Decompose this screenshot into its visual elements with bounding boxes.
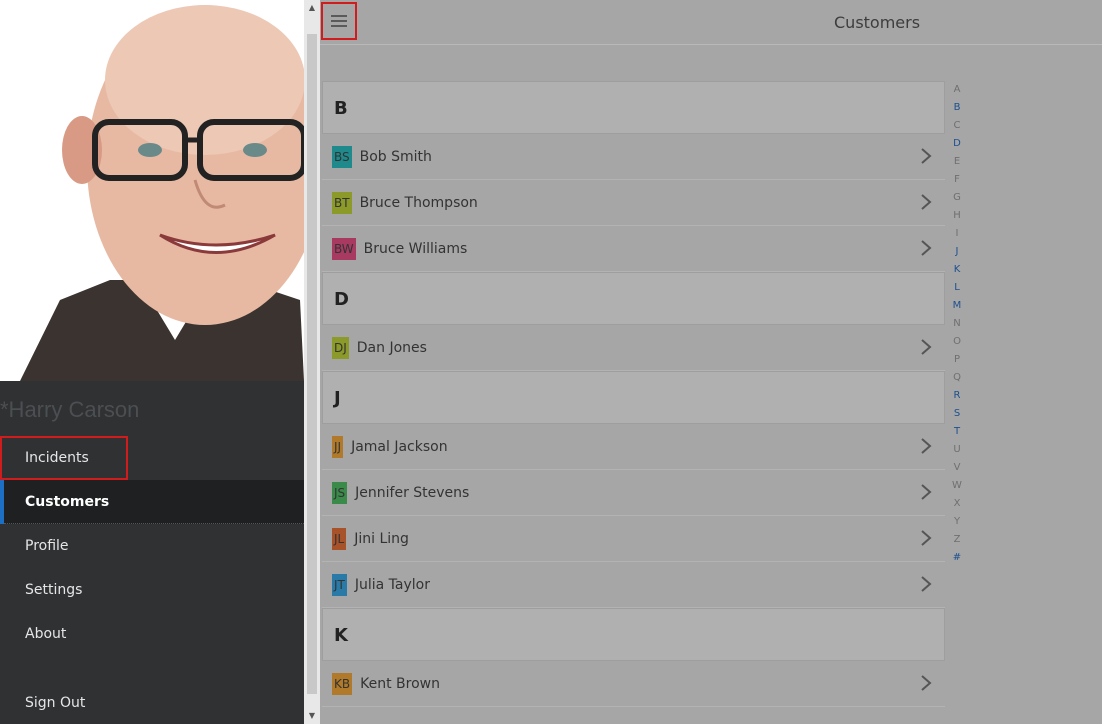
index-letter[interactable]: Z (950, 531, 964, 549)
nav-drawer: *Harry Carson Incidents Customers Profil… (0, 0, 304, 724)
list-item[interactable]: JS Jennifer Stevens (322, 470, 945, 516)
list-item[interactable]: JL Jini Ling (322, 516, 945, 562)
hamburger-icon-bar (331, 20, 347, 22)
hamburger-icon-bar (331, 25, 347, 27)
customer-name: Bob Smith (359, 148, 432, 165)
hamburger-menu-button[interactable] (321, 2, 357, 40)
index-letter[interactable]: Q (950, 369, 964, 387)
list-item[interactable]: JT Julia Taylor (322, 562, 945, 608)
list-item[interactable]: BT Bruce Thompson (322, 180, 945, 226)
nav-item-incidents[interactable]: Incidents (0, 436, 128, 480)
index-letter[interactable]: G (950, 189, 964, 207)
index-letter[interactable]: R (950, 387, 964, 405)
index-letter[interactable]: K (950, 261, 964, 279)
list-item[interactable]: DJ Dan Jones (322, 325, 945, 371)
nav-item-settings[interactable]: Settings (0, 568, 304, 612)
index-letter[interactable]: I (950, 225, 964, 243)
nav-item-profile[interactable]: Profile (0, 524, 304, 568)
alphabet-index: A B C D E F G H I J K L M N O P Q R S T U V W X Y Z # (950, 81, 964, 567)
group-header-j: J (322, 371, 945, 424)
group-header-d: D (322, 272, 945, 325)
customer-name: Julia Taylor (354, 576, 430, 593)
customer-name: Bruce Thompson (359, 194, 478, 211)
index-letter[interactable]: M (950, 297, 964, 315)
nav-menu: Incidents Customers Profile Settings Abo… (0, 436, 304, 656)
list-item[interactable]: BS Bob Smith (322, 134, 945, 180)
customer-name: Bruce Williams (363, 240, 468, 257)
list-item[interactable]: KB Kent Brown (322, 661, 945, 707)
index-letter[interactable]: X (950, 495, 964, 513)
index-letter[interactable]: J (950, 243, 964, 261)
customer-name: Kent Brown (360, 675, 440, 692)
chevron-right-icon (921, 484, 932, 500)
index-letter[interactable]: W (950, 477, 964, 495)
index-letter[interactable]: H (950, 207, 964, 225)
initials-badge: JS (332, 481, 348, 504)
user-name: *Harry Carson (0, 397, 140, 422)
customer-name: Jini Ling (354, 530, 409, 547)
group-header-k: K (322, 608, 945, 661)
chevron-right-icon (921, 438, 932, 454)
initials-badge: BW (332, 237, 356, 260)
index-letter[interactable]: O (950, 333, 964, 351)
chevron-right-icon (921, 194, 932, 210)
nav-item-about[interactable]: About (0, 612, 304, 656)
index-letter[interactable]: N (950, 315, 964, 333)
index-letter[interactable]: E (950, 153, 964, 171)
index-letter[interactable]: U (950, 441, 964, 459)
list-item[interactable]: JJ Jamal Jackson (322, 424, 945, 470)
chevron-right-icon (921, 530, 932, 546)
customer-name: Jennifer Stevens (355, 484, 470, 501)
index-letter[interactable]: F (950, 171, 964, 189)
scroll-down-arrow-icon[interactable]: ▼ (304, 708, 320, 724)
index-letter[interactable]: L (950, 279, 964, 297)
chevron-right-icon (921, 576, 932, 592)
chevron-right-icon (921, 675, 932, 691)
index-letter[interactable]: A (950, 81, 964, 99)
hamburger-icon (331, 15, 347, 17)
index-letter[interactable]: S (950, 405, 964, 423)
index-letter[interactable]: P (950, 351, 964, 369)
chevron-right-icon (921, 148, 932, 164)
initials-badge: JJ (332, 435, 344, 458)
scroll-up-arrow-icon[interactable]: ▲ (304, 0, 320, 16)
initials-badge: BS (332, 145, 352, 168)
user-photo (0, 0, 304, 381)
initials-badge: JT (332, 573, 347, 596)
index-letter[interactable]: Y (950, 513, 964, 531)
index-letter[interactable]: D (950, 135, 964, 153)
sign-out-button[interactable]: Sign Out (0, 681, 304, 724)
chevron-right-icon (921, 339, 932, 355)
drawer-scrollbar[interactable]: ▲ ▼ (304, 0, 320, 724)
initials-badge: KB (332, 672, 353, 695)
initials-badge: JL (332, 527, 347, 550)
index-letter[interactable]: T (950, 423, 964, 441)
customer-list: B BS Bob Smith BT Bruce Thompson BW Bruc… (322, 81, 945, 707)
group-header-b: B (322, 81, 945, 134)
initials-badge: BT (332, 191, 352, 214)
app-header: Customers (320, 0, 1102, 45)
initials-badge: DJ (332, 336, 349, 359)
page-title: Customers (834, 13, 921, 32)
chevron-right-icon (921, 240, 932, 256)
nav-item-customers[interactable]: Customers (0, 480, 304, 524)
index-letter[interactable]: B (950, 99, 964, 117)
index-letter[interactable]: # (950, 549, 964, 567)
list-item[interactable]: BW Bruce Williams (322, 226, 945, 272)
index-letter[interactable]: C (950, 117, 964, 135)
customer-name: Dan Jones (356, 339, 427, 356)
index-letter[interactable]: V (950, 459, 964, 477)
customer-name: Jamal Jackson (351, 438, 448, 455)
scroll-thumb[interactable] (307, 34, 317, 694)
